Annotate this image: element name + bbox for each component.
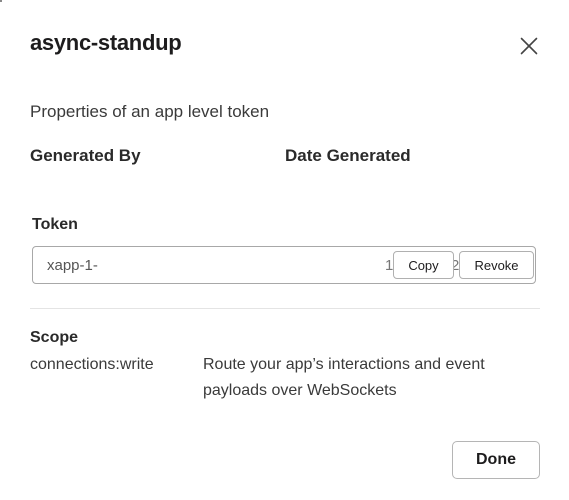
copy-button[interactable]: Copy bbox=[393, 251, 454, 279]
date-generated-label: Date Generated bbox=[285, 146, 411, 165]
dialog-title: async-standup bbox=[30, 30, 182, 55]
token-label: Token bbox=[32, 216, 78, 233]
close-button[interactable] bbox=[515, 32, 543, 60]
generated-by-label: Generated By bbox=[30, 146, 141, 165]
close-icon bbox=[520, 37, 538, 55]
revoke-button[interactable]: Revoke bbox=[459, 251, 534, 279]
done-button[interactable]: Done bbox=[452, 441, 540, 479]
scope-name: connections:write bbox=[30, 356, 154, 373]
scope-label: Scope bbox=[30, 329, 79, 346]
token-properties-dialog: async-standup Properties of an app level… bbox=[0, 0, 569, 500]
token-redaction bbox=[105, 249, 395, 281]
divider bbox=[30, 308, 540, 309]
token-field[interactable]: xapp-1- 1 2 Copy Revoke bbox=[32, 246, 536, 284]
token-value: xapp-1- bbox=[47, 257, 98, 274]
corner-artifact bbox=[0, 0, 2, 2]
scope-description: Route your app’s interactions and event … bbox=[203, 356, 485, 399]
dialog-subtitle: Properties of an app level token bbox=[30, 102, 270, 121]
